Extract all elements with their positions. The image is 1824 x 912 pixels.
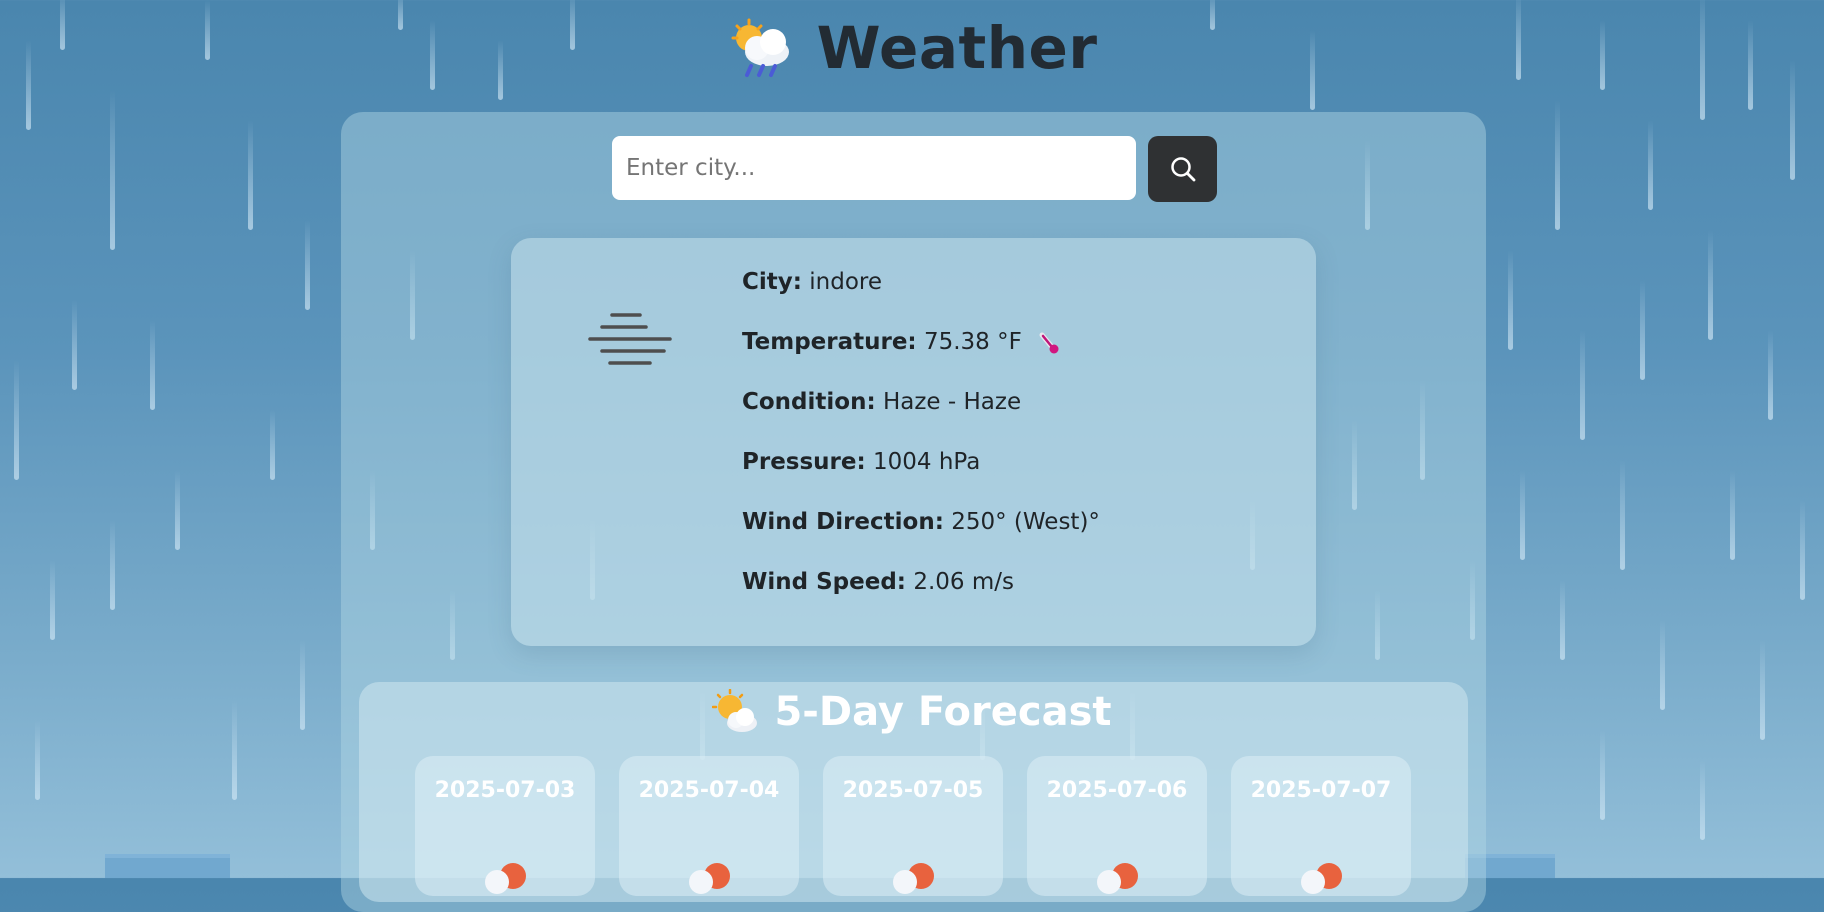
wind-direction-value: 250° (West)°: [951, 509, 1100, 535]
wind-speed-row: Wind Speed: 2.06 m/s: [742, 562, 1100, 622]
sun-behind-cloud-icon: [712, 689, 758, 732]
search-button[interactable]: [1148, 136, 1217, 202]
app-header: Weather: [0, 8, 1824, 88]
weather-day-icon: [689, 863, 730, 894]
page-title: Weather: [816, 14, 1098, 82]
forecast-day-card: 2025-07-05: [823, 756, 1003, 896]
pressure-label: Pressure:: [742, 449, 866, 475]
thermometer-icon: [1039, 332, 1059, 353]
forecast-day-card: 2025-07-04: [619, 756, 799, 896]
weather-day-icon: [485, 863, 526, 894]
condition-label: Condition:: [742, 389, 876, 415]
haze-icon: [588, 313, 672, 365]
rooftop-left: [105, 854, 230, 878]
forecast-date: 2025-07-07: [1250, 778, 1392, 803]
forecast-title: 5-Day Forecast: [774, 689, 1112, 735]
wind-direction-label: Wind Direction:: [742, 509, 944, 535]
pressure-value: 1004 hPa: [873, 449, 981, 475]
search-input[interactable]: [612, 136, 1136, 200]
weather-details: City: indore Temperature: 75.38 °F Condi…: [742, 262, 1100, 622]
wind-speed-label: Wind Speed:: [742, 569, 906, 595]
forecast-header: 5-Day Forecast: [0, 684, 1824, 740]
forecast-date: 2025-07-05: [842, 778, 984, 803]
condition-value: Haze - Haze: [882, 389, 1022, 415]
temperature-label: Temperature:: [742, 329, 917, 355]
weather-day-icon: [1097, 863, 1138, 894]
city-row: City: indore: [742, 262, 1100, 322]
sun-behind-rain-cloud-icon: [731, 18, 789, 77]
search-bar: [612, 136, 1217, 202]
forecast-date: 2025-07-03: [434, 778, 576, 803]
search-icon: [1170, 157, 1195, 182]
forecast-date: 2025-07-04: [638, 778, 780, 803]
temperature-value: 75.38 °F: [923, 329, 1022, 355]
forecast-day-card: 2025-07-03: [415, 756, 595, 896]
pressure-row: Pressure: 1004 hPa: [742, 442, 1100, 502]
weather-day-icon: [1301, 863, 1342, 894]
city-label: City:: [742, 269, 802, 295]
wind-speed-value: 2.06 m/s: [913, 569, 1014, 595]
forecast-date: 2025-07-06: [1046, 778, 1188, 803]
weather-day-icon: [893, 863, 934, 894]
temperature-row: Temperature: 75.38 °F: [742, 322, 1100, 382]
wind-direction-row: Wind Direction: 250° (West)°: [742, 502, 1100, 562]
forecast-day-card: 2025-07-06: [1027, 756, 1207, 896]
forecast-day-card: 2025-07-07: [1231, 756, 1411, 896]
condition-row: Condition: Haze - Haze: [742, 382, 1100, 442]
city-value: indore: [809, 269, 883, 295]
